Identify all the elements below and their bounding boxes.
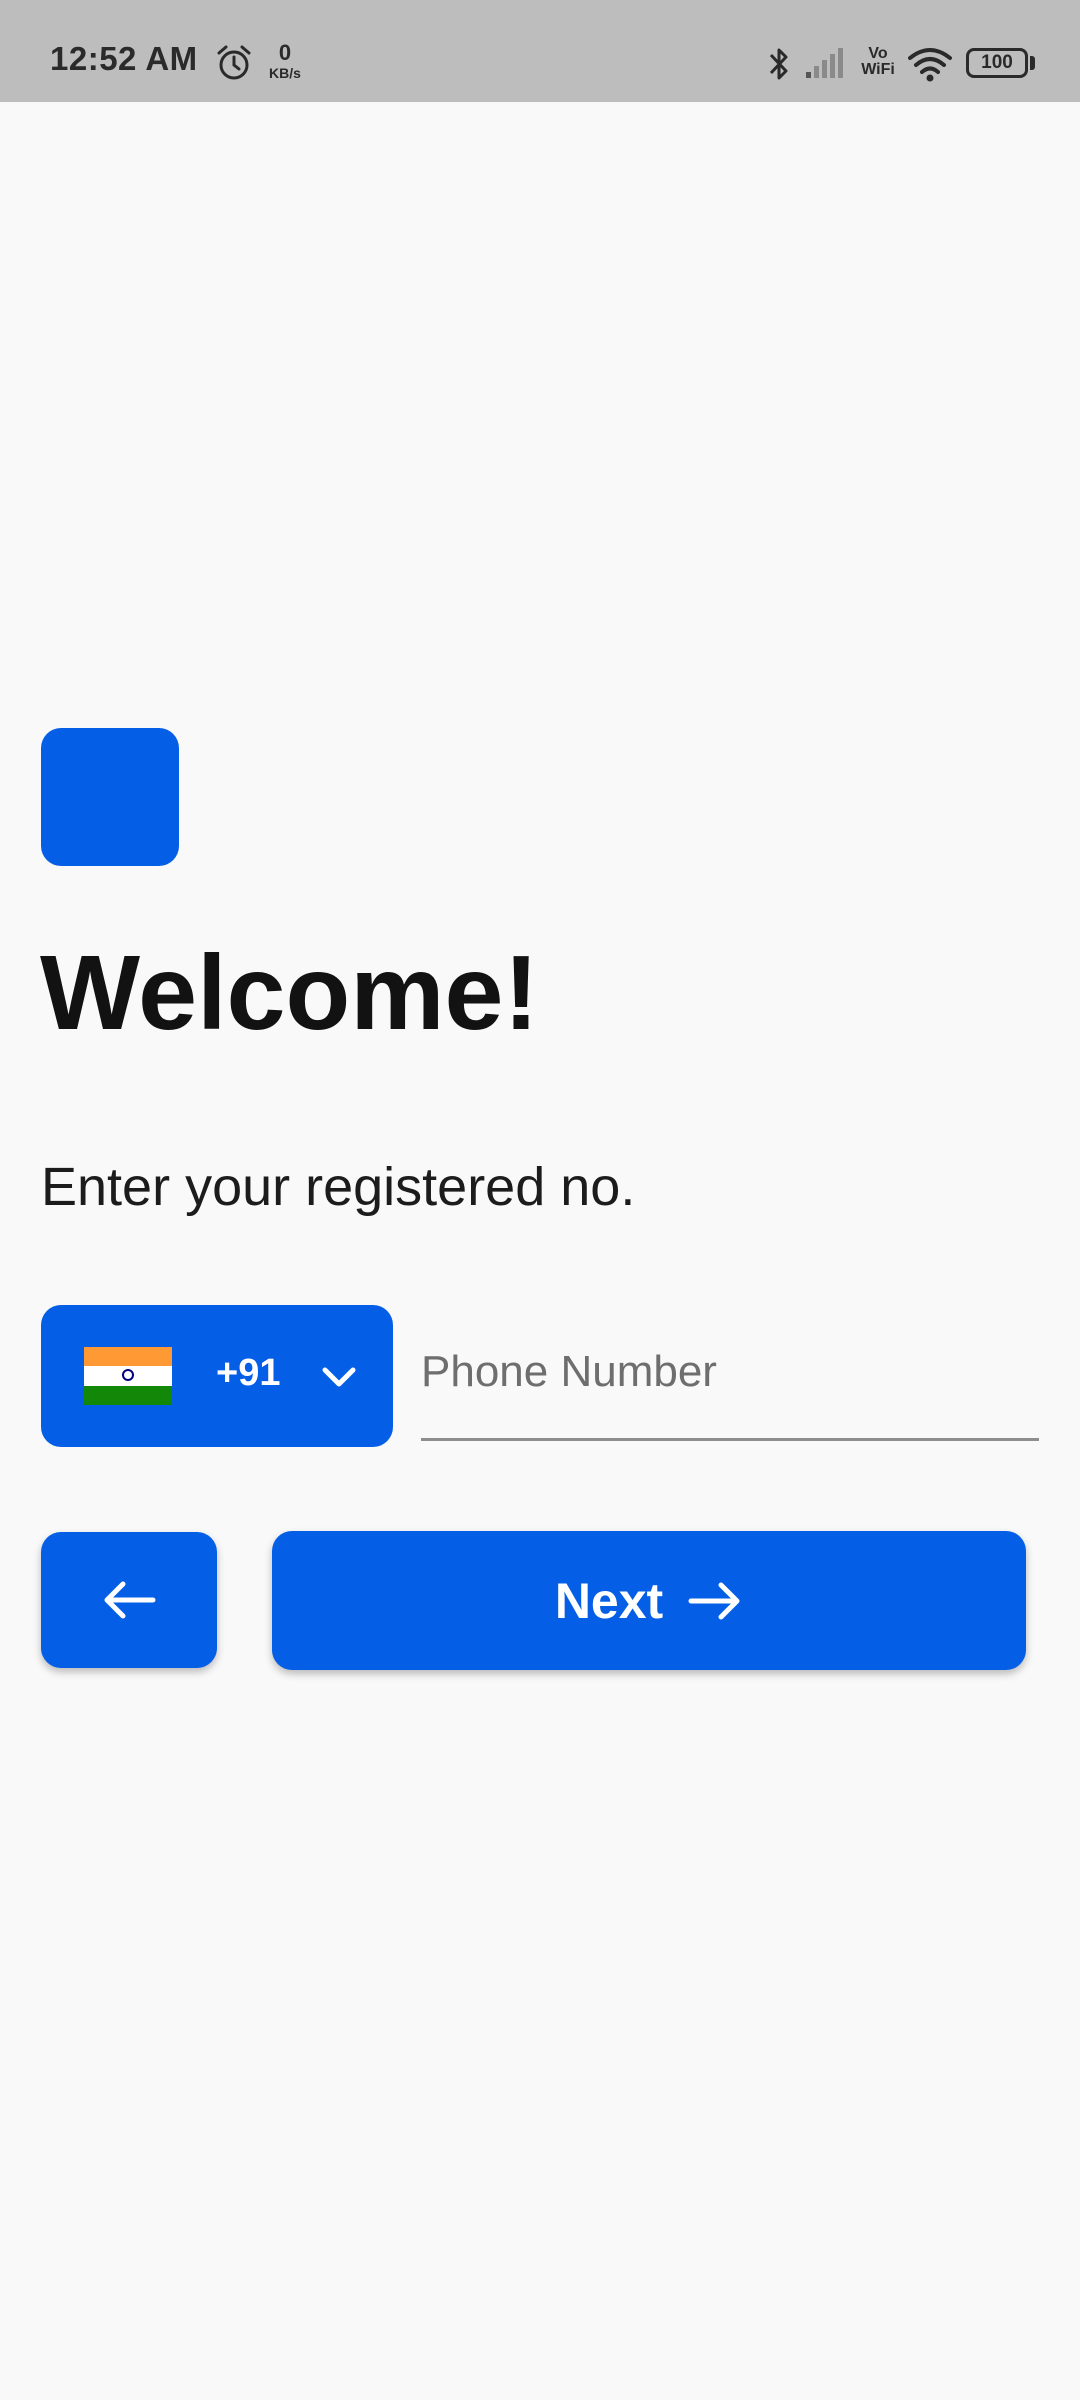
- vowifi-indicator: Vo WiFi: [858, 46, 898, 78]
- status-bar: 12:52 AM 0 KB/s Vo WiFi 100: [0, 0, 1080, 102]
- battery-icon: 100: [966, 48, 1028, 78]
- battery-level: 100: [981, 52, 1013, 73]
- data-rate-value: 0: [278, 40, 292, 65]
- vowifi-bottom: WiFi: [861, 61, 895, 78]
- country-code-picker[interactable]: +91: [41, 1305, 393, 1447]
- page-subtitle: Enter your registered no.: [41, 1157, 636, 1217]
- phone-number-input[interactable]: [421, 1305, 1039, 1441]
- next-button-label: Next: [554, 1572, 664, 1629]
- status-time: 12:52 AM: [50, 40, 198, 77]
- chevron-down-icon: [322, 1367, 356, 1387]
- alarm-icon: [217, 45, 251, 80]
- bluetooth-icon: [769, 48, 788, 80]
- wifi-icon: [908, 48, 952, 82]
- page-title: Welcome!: [40, 934, 539, 1052]
- login-screen: 12:52 AM 0 KB/s Vo WiFi 100 Welcome! Ent…: [0, 0, 1080, 2400]
- signal-icon: [806, 48, 843, 78]
- vowifi-top: Vo: [868, 45, 888, 62]
- india-flag-icon: [84, 1347, 172, 1405]
- country-dial-code: +91: [216, 1352, 281, 1394]
- phone-number-field: [421, 1305, 1039, 1443]
- battery-tip: [1030, 56, 1035, 70]
- data-rate-unit: KB/s: [269, 65, 301, 81]
- arrow-right-icon: [688, 1582, 740, 1619]
- back-button[interactable]: [41, 1532, 217, 1668]
- app-logo: [41, 728, 179, 866]
- arrow-left-icon: [104, 1581, 156, 1619]
- next-button[interactable]: Next: [272, 1531, 1026, 1670]
- data-rate-indicator: 0 KB/s: [262, 40, 308, 81]
